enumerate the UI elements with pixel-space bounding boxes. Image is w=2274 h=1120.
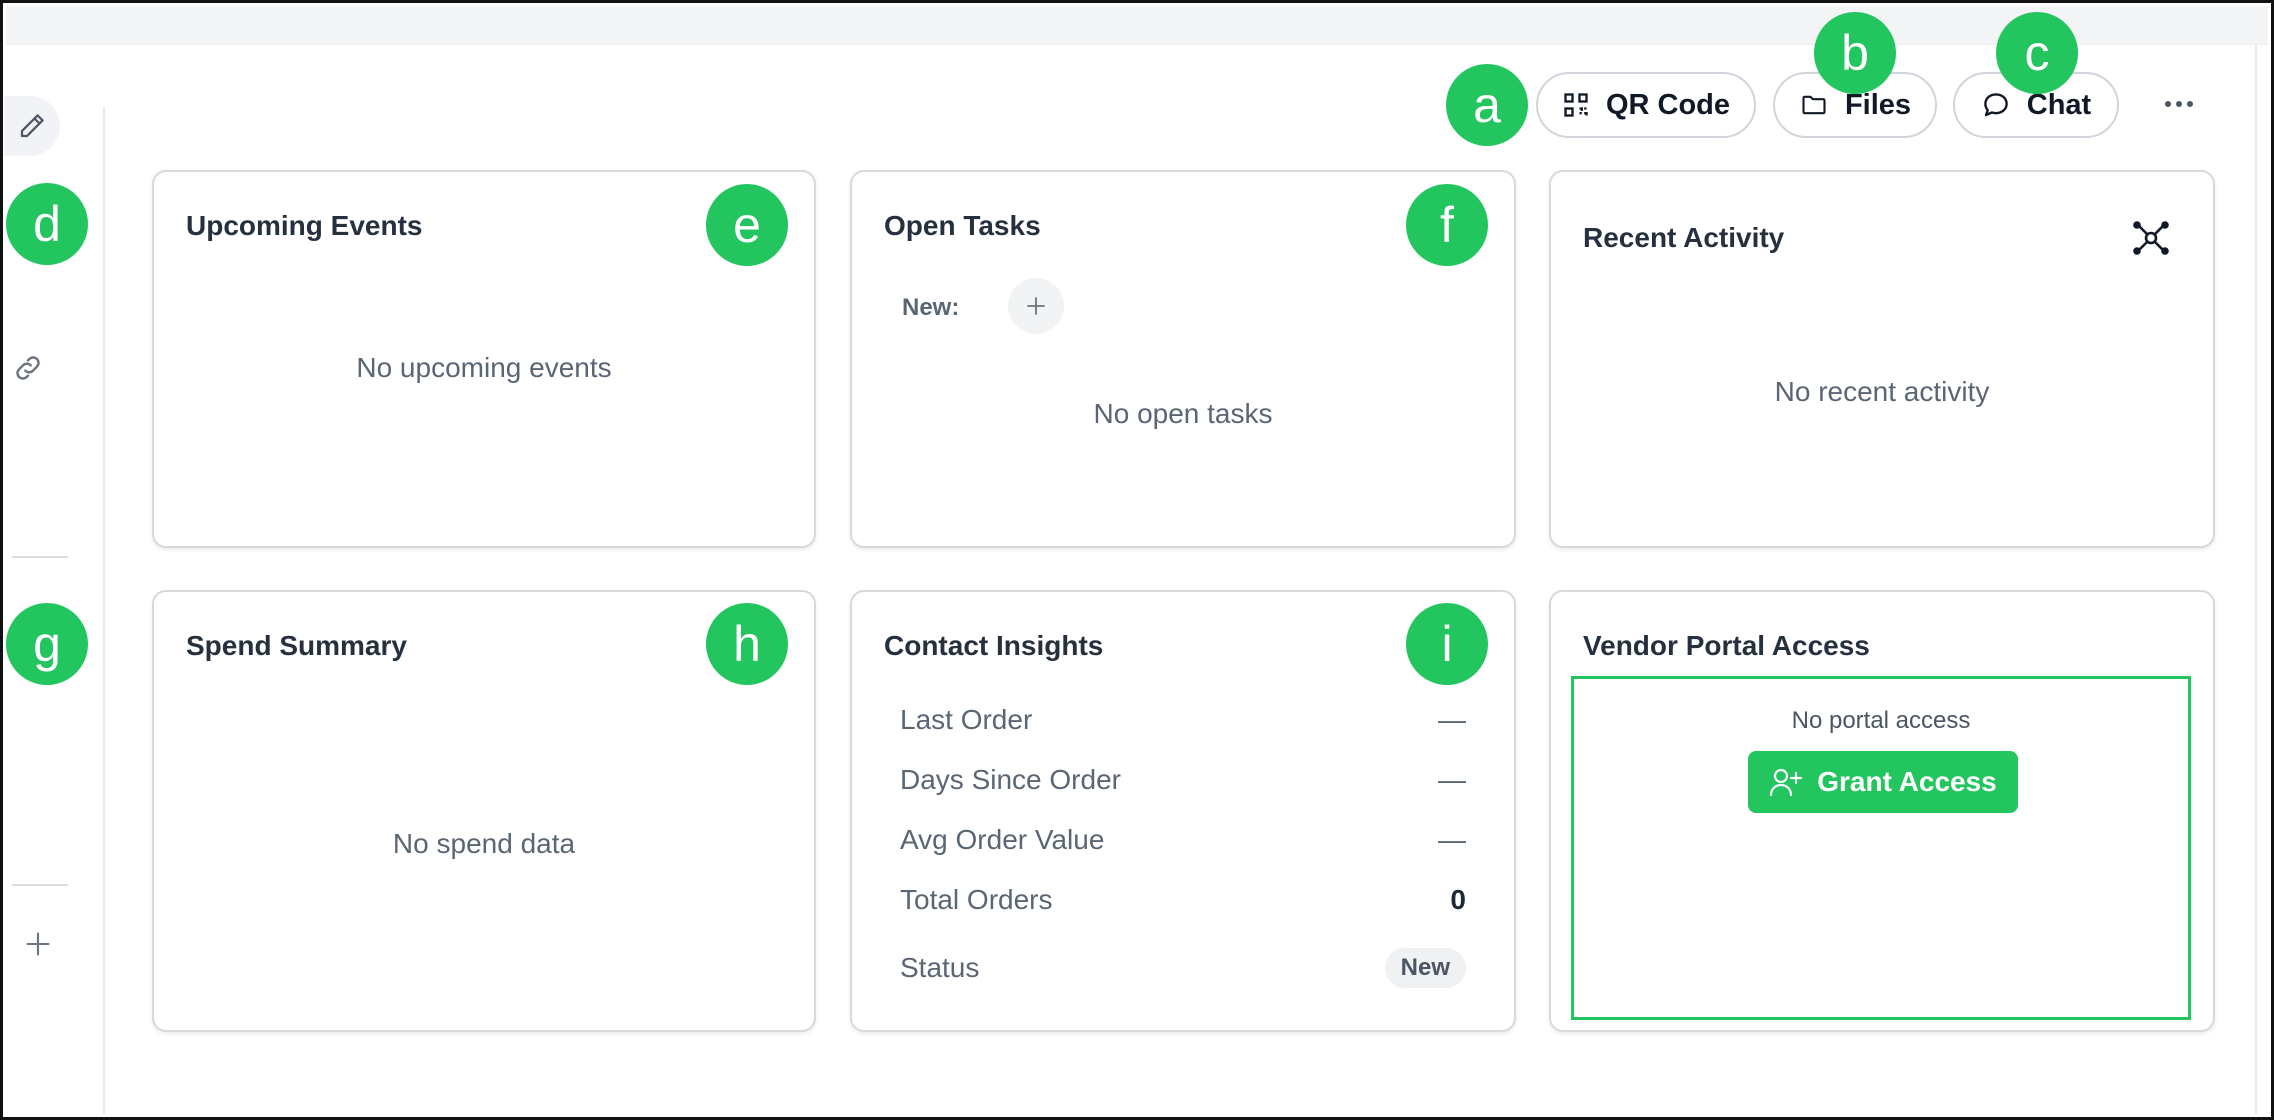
qr-code-button[interactable]: QR Code (1536, 72, 1756, 138)
pencil-icon (20, 114, 44, 138)
more-options-button[interactable] (2158, 90, 2200, 118)
portal-status-text: No portal access (1791, 707, 1971, 734)
plus-icon (26, 932, 50, 956)
grant-access-label: Grant Access (1817, 766, 1997, 797)
annotation-badge-g: g (6, 603, 88, 685)
top-strip (6, 6, 2268, 45)
empty-message: No recent activity (1774, 376, 1990, 407)
insight-label: Days Since Order (900, 764, 1121, 795)
activity-graph-button[interactable] (2131, 218, 2171, 258)
qr-code-label: QR Code (1605, 88, 1731, 121)
empty-message: No open tasks (1093, 398, 1273, 429)
sidebar-divider (103, 108, 105, 1114)
more-horizontal-icon (2165, 101, 2193, 107)
annotation-badge-d: d (6, 183, 88, 265)
insight-value: — (1438, 704, 1466, 735)
card-title: Spend Summary (186, 630, 407, 661)
insight-row: Days Since Order — (900, 760, 1466, 800)
recent-activity-card: Recent Activity No recent activity (1549, 170, 2215, 548)
insight-label: Status (900, 952, 980, 983)
right-edge-divider (2255, 44, 2257, 1114)
insight-row: Total Orders 0 (900, 880, 1466, 920)
link-button[interactable] (10, 350, 46, 386)
plus-icon (1027, 297, 1045, 315)
sidebar-divider-1 (12, 556, 68, 558)
card-title: Upcoming Events (186, 210, 423, 241)
new-task-button[interactable] (1008, 278, 1064, 334)
annotation-badge-c: c (1996, 12, 2078, 94)
card-title: Vendor Portal Access (1583, 630, 1870, 661)
annotation-badge-a: a (1446, 64, 1528, 146)
new-task-label: New: (902, 294, 960, 321)
insight-value: — (1438, 764, 1466, 795)
chat-bubble-icon (1983, 93, 2008, 117)
insight-row: Last Order — (900, 700, 1466, 740)
annotation-badge-f: f (1406, 184, 1488, 266)
insight-value: — (1438, 824, 1466, 855)
insight-label: Avg Order Value (900, 824, 1105, 855)
status-badge: New (1384, 948, 1466, 988)
insight-row: Avg Order Value — (900, 820, 1466, 860)
network-icon (2133, 221, 2169, 255)
card-title: Open Tasks (884, 210, 1041, 241)
insight-label: Last Order (900, 704, 1033, 735)
add-button[interactable] (20, 926, 56, 962)
sidebar-divider-2 (12, 884, 68, 886)
link-icon (16, 356, 40, 380)
empty-message: No spend data (392, 828, 576, 859)
folder-icon (1802, 95, 1826, 115)
card-title: Contact Insights (884, 630, 1104, 661)
user-plus-icon (1770, 768, 1803, 797)
insight-row: Status New (900, 948, 1466, 988)
insight-label: Total Orders (900, 884, 1053, 915)
grant-access-button[interactable]: Grant Access (1748, 751, 2018, 813)
annotation-badge-i: i (1406, 603, 1488, 685)
vendor-portal-card: Vendor Portal Access No portal access Gr… (1549, 590, 2215, 1032)
portal-access-panel: No portal access Grant Access (1571, 676, 2191, 1020)
insight-value: 0 (1450, 884, 1466, 915)
annotation-badge-b: b (1814, 12, 1896, 94)
annotation-badge-h: h (706, 603, 788, 685)
annotation-badge-e: e (706, 184, 788, 266)
card-title: Recent Activity (1583, 222, 1785, 253)
qr-code-icon (1564, 93, 1588, 117)
empty-message: No upcoming events (356, 352, 612, 383)
